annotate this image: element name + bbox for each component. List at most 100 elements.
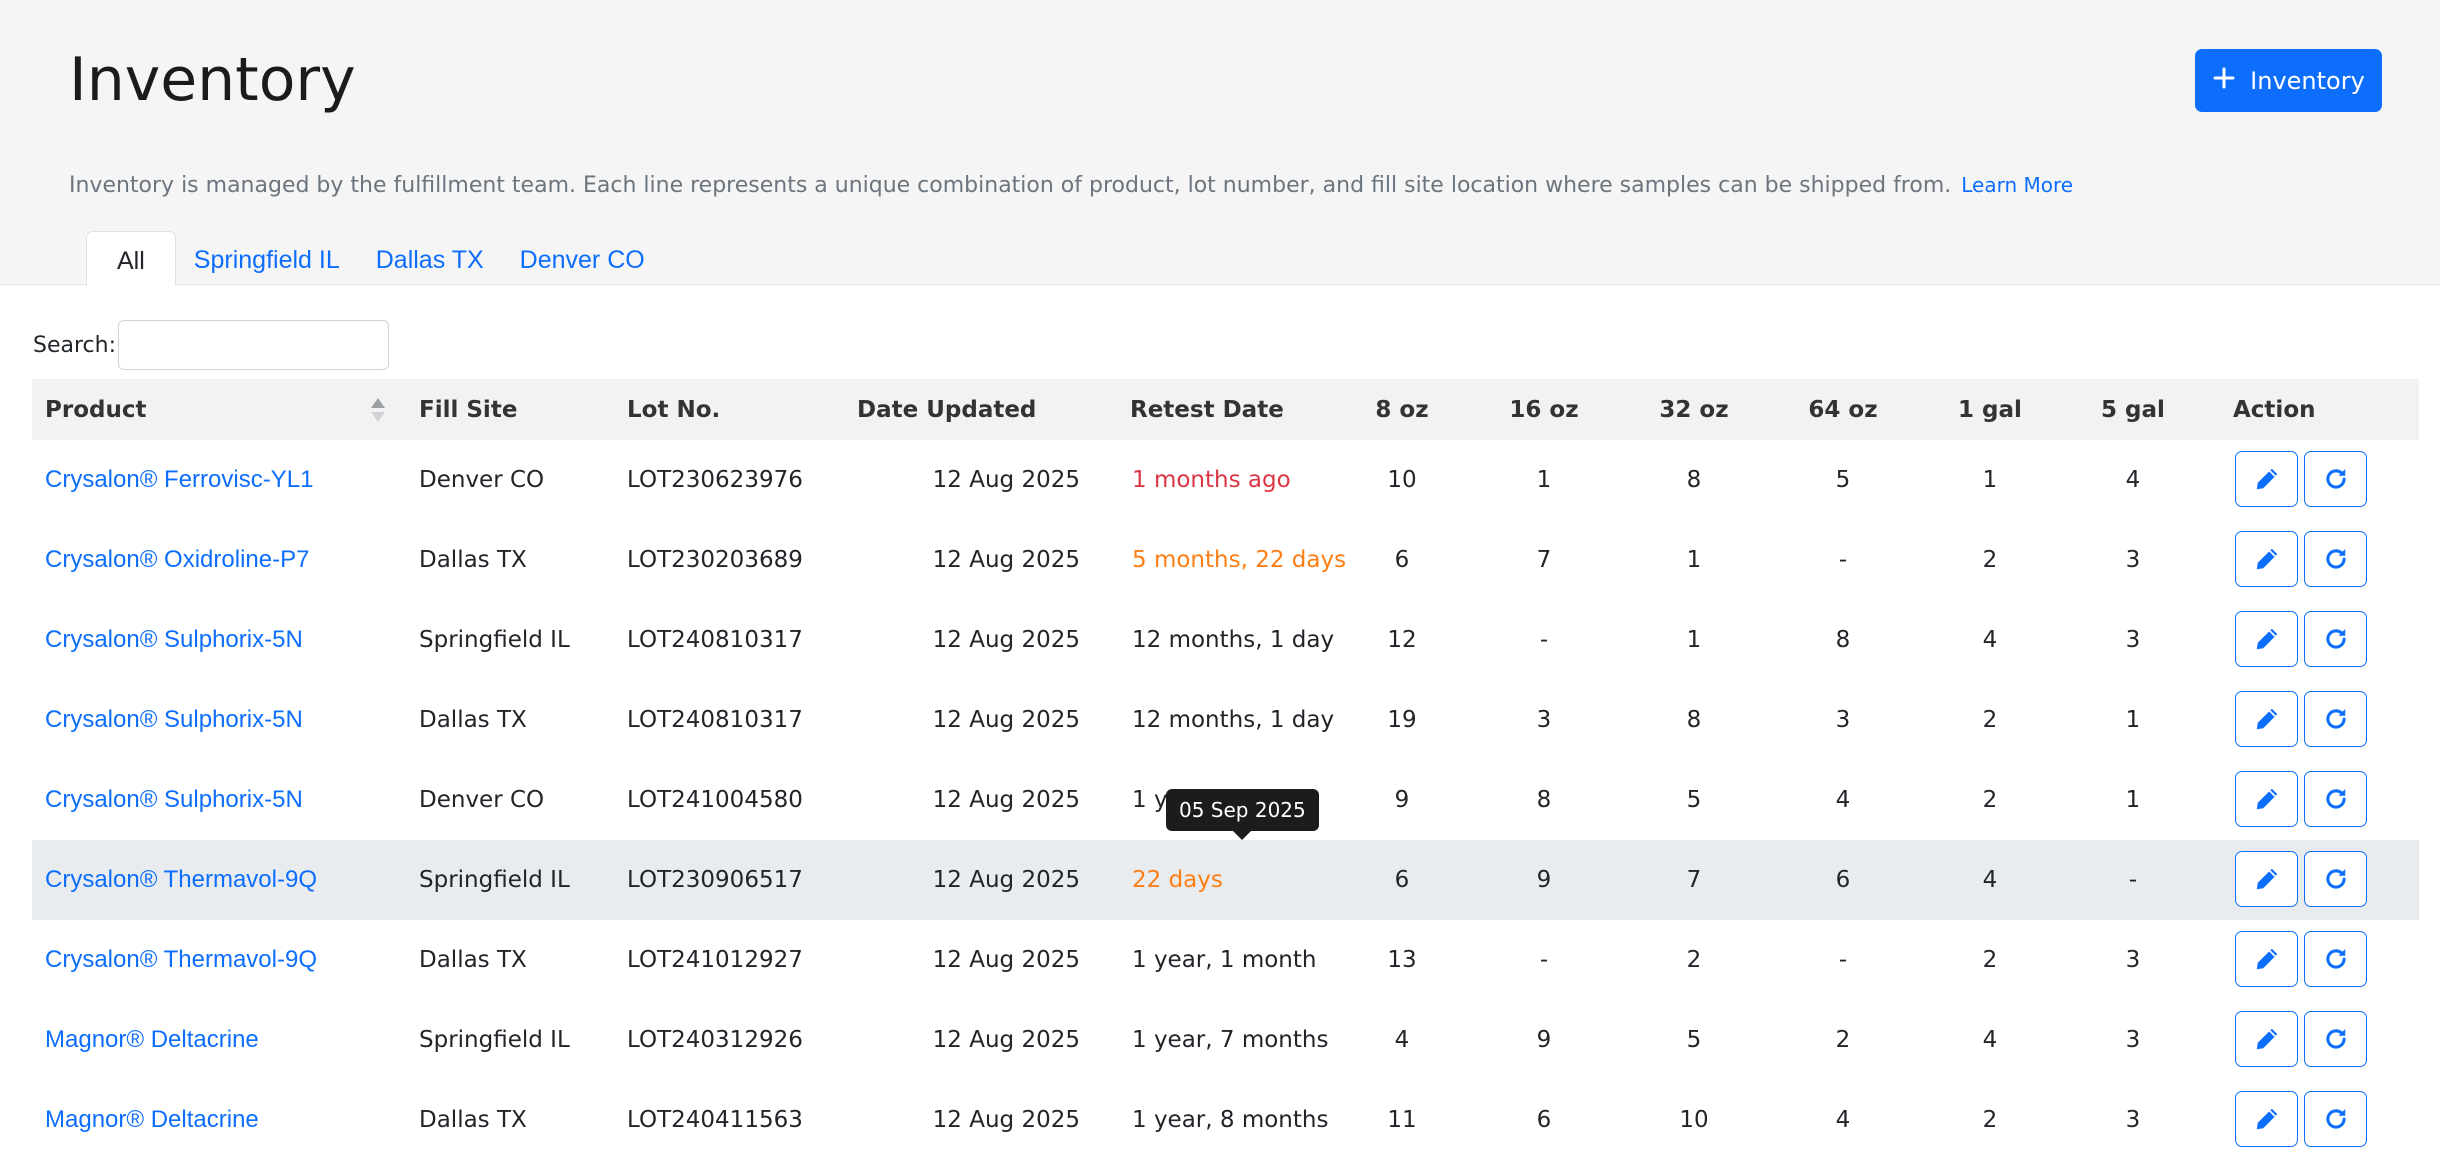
qty-16oz-cell: 3 <box>1536 707 1552 733</box>
qty-64oz-cell: 4 <box>1835 787 1851 813</box>
search-label: Search: <box>33 333 116 358</box>
qty-64oz-cell: 3 <box>1835 707 1851 733</box>
refresh-button[interactable] <box>2304 851 2367 907</box>
product-link[interactable]: Magnor® Deltacrine <box>45 1000 375 1080</box>
column-header-64-oz[interactable]: 64 oz <box>1803 379 1883 440</box>
column-header-32-oz[interactable]: 32 oz <box>1654 379 1734 440</box>
fill-site-cell: Dallas TX <box>419 547 527 573</box>
edit-button[interactable] <box>2235 771 2298 827</box>
refresh-button[interactable] <box>2304 691 2367 747</box>
product-link[interactable]: Crysalon® Sulphorix-5N <box>45 680 375 760</box>
qty-64oz-cell: 4 <box>1835 1107 1851 1133</box>
column-header-product[interactable]: Product <box>45 379 365 440</box>
retest-date-cell: 1 year, 8 months <box>1132 1107 1329 1133</box>
refresh-icon <box>2323 706 2349 732</box>
column-header-date-updated[interactable]: Date Updated <box>857 379 1107 440</box>
qty-64oz-cell: 6 <box>1835 867 1851 893</box>
date-updated-cell: 12 Aug 2025 <box>932 1027 1080 1053</box>
lot-number-cell: LOT240810317 <box>627 627 803 653</box>
fill-site-cell: Springfield IL <box>419 627 570 653</box>
column-header-lot-no[interactable]: Lot No. <box>627 379 827 440</box>
pencil-icon <box>2254 1106 2280 1132</box>
product-link[interactable]: Crysalon® Thermavol-9Q <box>45 920 375 1000</box>
qty-32oz-cell: 7 <box>1686 867 1702 893</box>
fill-site-cell: Denver CO <box>419 467 545 493</box>
refresh-button[interactable] <box>2304 531 2367 587</box>
pencil-icon <box>2254 706 2280 732</box>
description-text: Inventory is managed by the fulfillment … <box>69 173 1952 198</box>
date-updated-cell: 12 Aug 2025 <box>932 787 1080 813</box>
learn-more-link[interactable]: Learn More <box>1961 173 2073 197</box>
qty-64oz-cell: - <box>1838 547 1848 573</box>
column-header-retest-date[interactable]: Retest Date <box>1130 379 1330 440</box>
inventory-table: Product Fill Site Lot No. Date Updated Retes… <box>32 379 2419 1160</box>
retest-date-cell: 12 months, 1 day <box>1132 627 1335 653</box>
refresh-button[interactable] <box>2304 771 2367 827</box>
qty-1gal-cell: 4 <box>1982 627 1998 653</box>
qty-5gal-cell: 3 <box>2125 1027 2141 1053</box>
tab-denver-co[interactable]: Denver CO <box>502 231 663 286</box>
edit-button[interactable] <box>2235 611 2298 667</box>
table-row: Crysalon® Sulphorix-5N Dallas TX LOT240810… <box>32 680 2419 760</box>
edit-button[interactable] <box>2235 1091 2298 1147</box>
pencil-icon <box>2254 466 2280 492</box>
qty-1gal-cell: 4 <box>1982 867 1998 893</box>
table-row: Magnor® Deltacrine Springfield IL LOT24031… <box>32 1000 2419 1080</box>
qty-8oz-cell: 6 <box>1394 547 1410 573</box>
qty-5gal-cell: - <box>2128 867 2138 893</box>
refresh-button[interactable] <box>2304 1011 2367 1067</box>
search-input[interactable] <box>118 320 389 370</box>
qty-8oz-cell: 4 <box>1394 1027 1410 1053</box>
pencil-icon <box>2254 626 2280 652</box>
qty-16oz-cell: - <box>1539 947 1549 973</box>
refresh-button[interactable] <box>2304 611 2367 667</box>
qty-1gal-cell: 2 <box>1982 787 1998 813</box>
page-description: Inventory is managed by the fulfillment … <box>69 170 2073 201</box>
qty-5gal-cell: 1 <box>2125 707 2141 733</box>
date-updated-cell: 12 Aug 2025 <box>932 1107 1080 1133</box>
edit-button[interactable] <box>2235 531 2298 587</box>
retest-date-tooltip: 05 Sep 2025 <box>1166 789 1319 840</box>
edit-button[interactable] <box>2235 691 2298 747</box>
qty-1gal-cell: 4 <box>1982 1027 1998 1053</box>
qty-8oz-cell: 13 <box>1387 947 1417 973</box>
product-link[interactable]: Magnor® Deltacrine <box>45 1080 375 1160</box>
sort-icon[interactable] <box>370 397 386 423</box>
product-link[interactable]: Crysalon® Thermavol-9Q <box>45 840 375 920</box>
edit-button[interactable] <box>2235 931 2298 987</box>
refresh-icon <box>2323 946 2349 972</box>
column-header-16-oz[interactable]: 16 oz <box>1504 379 1584 440</box>
column-header-action: Action <box>2233 397 2316 423</box>
product-link[interactable]: Crysalon® Oxidroline-P7 <box>45 520 375 600</box>
qty-1gal-cell: 1 <box>1982 467 1998 493</box>
column-header-8-oz[interactable]: 8 oz <box>1362 379 1442 440</box>
edit-button[interactable] <box>2235 1011 2298 1067</box>
refresh-button[interactable] <box>2304 931 2367 987</box>
qty-16oz-cell: 9 <box>1536 1027 1552 1053</box>
refresh-icon <box>2323 1106 2349 1132</box>
fill-site-cell: Denver CO <box>419 787 545 813</box>
lot-number-cell: LOT230623976 <box>627 467 803 493</box>
refresh-icon <box>2323 1026 2349 1052</box>
qty-64oz-cell: 2 <box>1835 1027 1851 1053</box>
column-header-fill-site[interactable]: Fill Site <box>419 379 619 440</box>
date-updated-cell: 12 Aug 2025 <box>932 947 1080 973</box>
product-link[interactable]: Crysalon® Sulphorix-5N <box>45 760 375 840</box>
table-row: Crysalon® Thermavol-9Q Dallas TX LOT241012… <box>32 920 2419 1000</box>
qty-5gal-cell: 3 <box>2125 947 2141 973</box>
column-header-1-gal[interactable]: 1 gal <box>1950 379 2030 440</box>
refresh-button[interactable] <box>2304 451 2367 507</box>
tab-springfield-il[interactable]: Springfield IL <box>176 231 358 286</box>
tab-all[interactable]: All <box>86 231 176 286</box>
product-link[interactable]: Crysalon® Ferrovisc-YL1 <box>45 440 375 520</box>
tab-dallas-tx[interactable]: Dallas TX <box>358 231 502 286</box>
qty-64oz-cell: - <box>1838 947 1848 973</box>
refresh-button[interactable] <box>2304 1091 2367 1147</box>
qty-8oz-cell: 10 <box>1387 467 1417 493</box>
product-link[interactable]: Crysalon® Sulphorix-5N <box>45 600 375 680</box>
add-inventory-button[interactable]: Inventory <box>2195 49 2382 112</box>
tooltip-text: 05 Sep 2025 <box>1179 798 1306 822</box>
edit-button[interactable] <box>2235 451 2298 507</box>
edit-button[interactable] <box>2235 851 2298 907</box>
column-header-5-gal[interactable]: 5 gal <box>2093 379 2173 440</box>
